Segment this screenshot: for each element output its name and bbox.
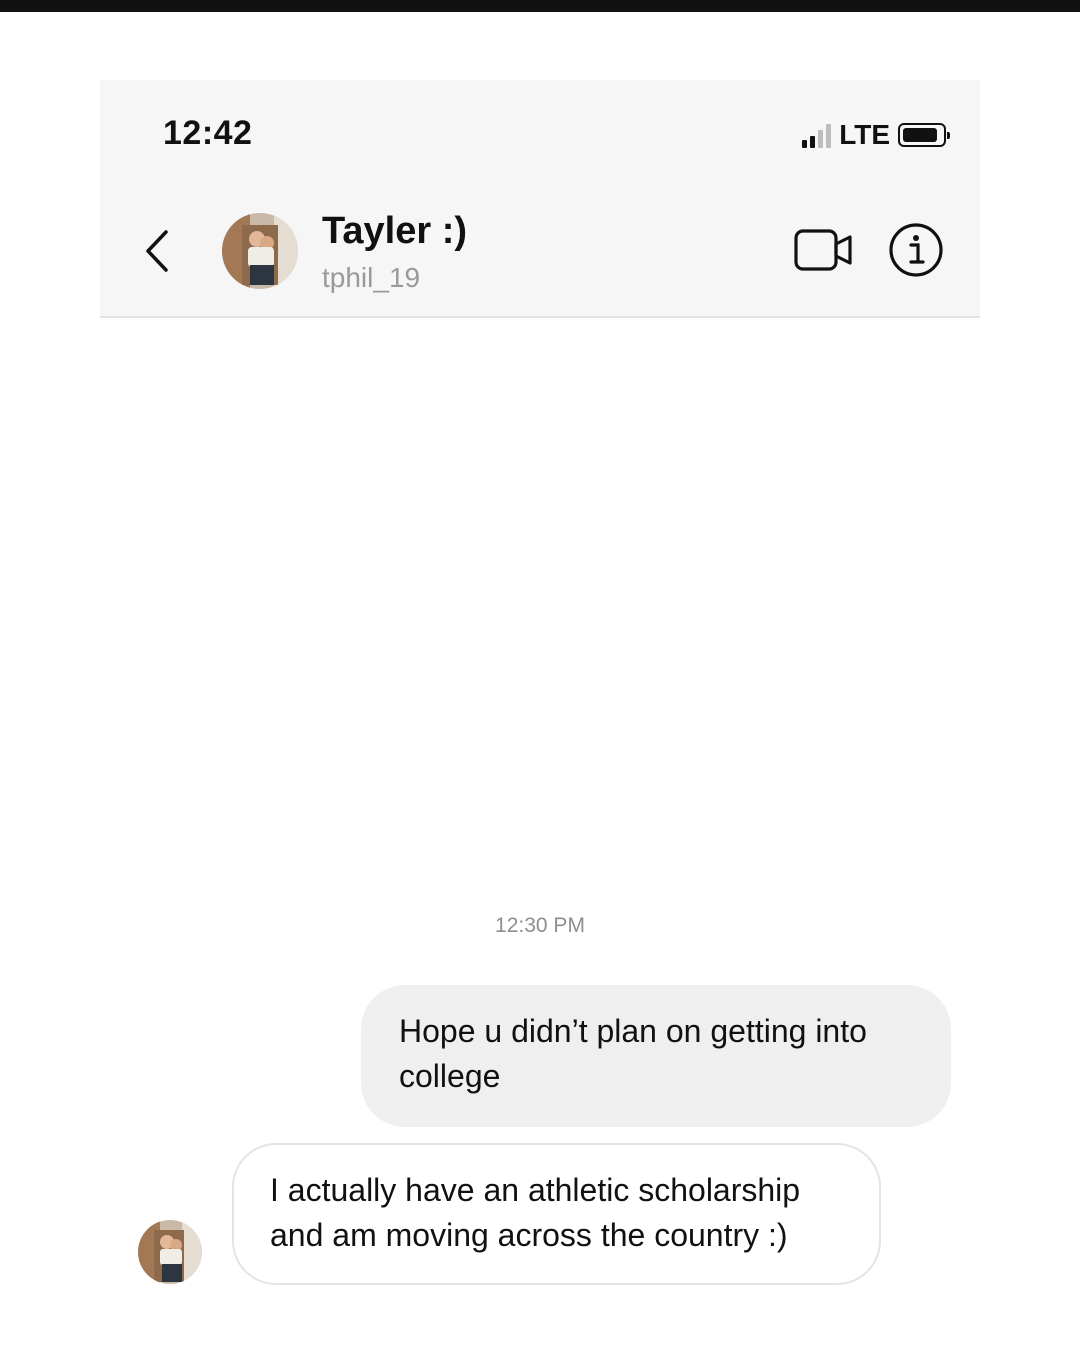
info-icon <box>889 223 943 277</box>
video-camera-icon <box>794 229 852 271</box>
video-call-button[interactable] <box>794 228 854 272</box>
message-avatar[interactable] <box>138 1220 202 1284</box>
received-message-bubble[interactable]: I actually have an athletic scholarship … <box>232 1143 881 1285</box>
status-time: 12:42 <box>163 114 253 152</box>
contact-username: tphil_19 <box>322 262 421 293</box>
network-type: LTE <box>839 119 890 150</box>
signal-strength-icon <box>802 122 832 148</box>
message-timestamp: 12:30 PM <box>495 914 585 937</box>
back-button[interactable] <box>140 228 174 274</box>
sent-message-bubble[interactable]: Hope u didn’t plan on getting into colle… <box>361 985 951 1127</box>
chat-header: 12:42 LTE Tayler :) tphil_19 <box>100 80 980 318</box>
contact-name: Tayler :) <box>322 210 468 252</box>
info-button[interactable] <box>888 222 944 278</box>
contact-avatar[interactable] <box>222 213 298 289</box>
chevron-left-icon <box>146 230 168 272</box>
status-indicators: LTE <box>802 118 950 152</box>
top-border <box>0 0 1080 12</box>
battery-icon <box>898 123 950 147</box>
